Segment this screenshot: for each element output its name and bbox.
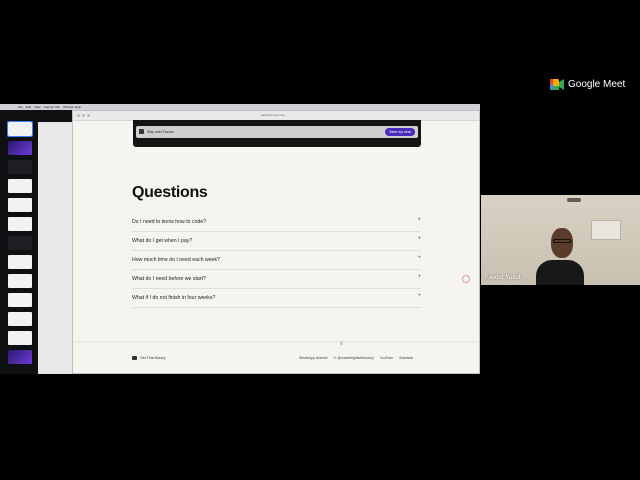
browser-window: getthismoney.com Ship with Favour Save m… <box>72 110 480 374</box>
faq-question: What if I do not finish in four weeks? <box>132 295 216 301</box>
presentation-app <box>0 110 72 374</box>
participant-glasses <box>553 239 571 243</box>
page-title: Questions <box>132 184 208 201</box>
brand-icon <box>139 129 144 134</box>
save-seat-button[interactable]: Save my seat <box>385 128 415 136</box>
faq-item[interactable]: What do I get when I pay? + <box>132 232 421 251</box>
expand-plus-icon[interactable]: + <box>417 274 421 280</box>
google-meet-logo: Google Meet <box>550 77 630 91</box>
zoom-window-icon[interactable] <box>87 114 90 117</box>
cta-label: Ship with Favour <box>147 130 174 134</box>
footer-logo[interactable]: Get This Money <box>132 356 165 360</box>
expand-plus-icon[interactable]: + <box>417 255 421 261</box>
promo-banner: Ship with Favour Save my seat <box>133 120 421 147</box>
faq-question: What do I get when I pay? <box>132 238 193 244</box>
faq-item[interactable]: How much time do I need each week? + <box>132 251 421 270</box>
slide-thumbnail[interactable] <box>8 274 32 288</box>
faq-question: Do I need to know how to code? <box>132 219 207 225</box>
faq-item[interactable]: Do I need to know how to code? + <box>132 213 421 232</box>
slide-thumbnail[interactable] <box>8 141 32 155</box>
footer-links: WhatsApp channel X: @makeitrightwithmone… <box>299 356 413 360</box>
footer-link-whatsapp[interactable]: WhatsApp channel <box>299 356 327 360</box>
footer-link-x[interactable]: X: @makeitrightwithmoney <box>333 356 373 360</box>
footer-divider <box>73 341 479 342</box>
slide-thumbnail[interactable] <box>8 331 32 345</box>
slide-thumbnail[interactable] <box>8 312 32 326</box>
slide-thumbnail[interactable] <box>7 121 33 137</box>
footer-link-substack[interactable]: Substack <box>399 356 413 360</box>
slide-thumbnail[interactable] <box>8 293 32 307</box>
footer-logo-text: Get This Money <box>140 356 166 360</box>
slide-thumbnail[interactable] <box>8 217 32 231</box>
faq-item[interactable]: What if I do not finish in four weeks? + <box>132 289 421 308</box>
faq-question: How much time do I need each week? <box>132 257 220 263</box>
footer-link-youtube[interactable]: YouTube <box>380 356 393 360</box>
pointer-highlight-icon <box>462 275 470 283</box>
expand-plus-icon[interactable]: + <box>417 293 421 299</box>
background-slide-canvas <box>38 122 72 374</box>
faq-question: What do I need before we start? <box>132 276 206 282</box>
participant-tile[interactable]: Favour Yusuf <box>481 195 640 285</box>
slide-thumbnail[interactable] <box>8 255 32 269</box>
background-window <box>591 220 621 240</box>
ceiling-fan <box>567 198 581 202</box>
participant-body <box>536 260 584 285</box>
expand-plus-icon[interactable]: + <box>417 217 421 223</box>
footer-logo-icon <box>132 356 137 360</box>
slide-thumbnail[interactable] <box>8 236 32 250</box>
minimize-window-icon[interactable] <box>82 114 85 117</box>
meet-camera-icon <box>550 78 564 90</box>
slide-thumbnail[interactable] <box>8 160 32 174</box>
close-window-icon[interactable] <box>77 114 80 117</box>
cta-strip: Ship with Favour Save my seat <box>136 126 418 138</box>
slide-thumbnail[interactable] <box>8 350 32 364</box>
google-meet-label: Google Meet <box>568 78 626 90</box>
expand-plus-icon[interactable]: + <box>417 236 421 242</box>
slide-thumbnail[interactable] <box>8 198 32 212</box>
mouse-cursor <box>340 341 343 345</box>
participant-head <box>551 228 573 258</box>
slide-thumbnail[interactable] <box>8 179 32 193</box>
faq-item[interactable]: What do I need before we start? + <box>132 270 421 289</box>
address-bar[interactable]: getthismoney.com <box>243 113 303 118</box>
participant-name: Favour Yusuf <box>485 275 521 281</box>
